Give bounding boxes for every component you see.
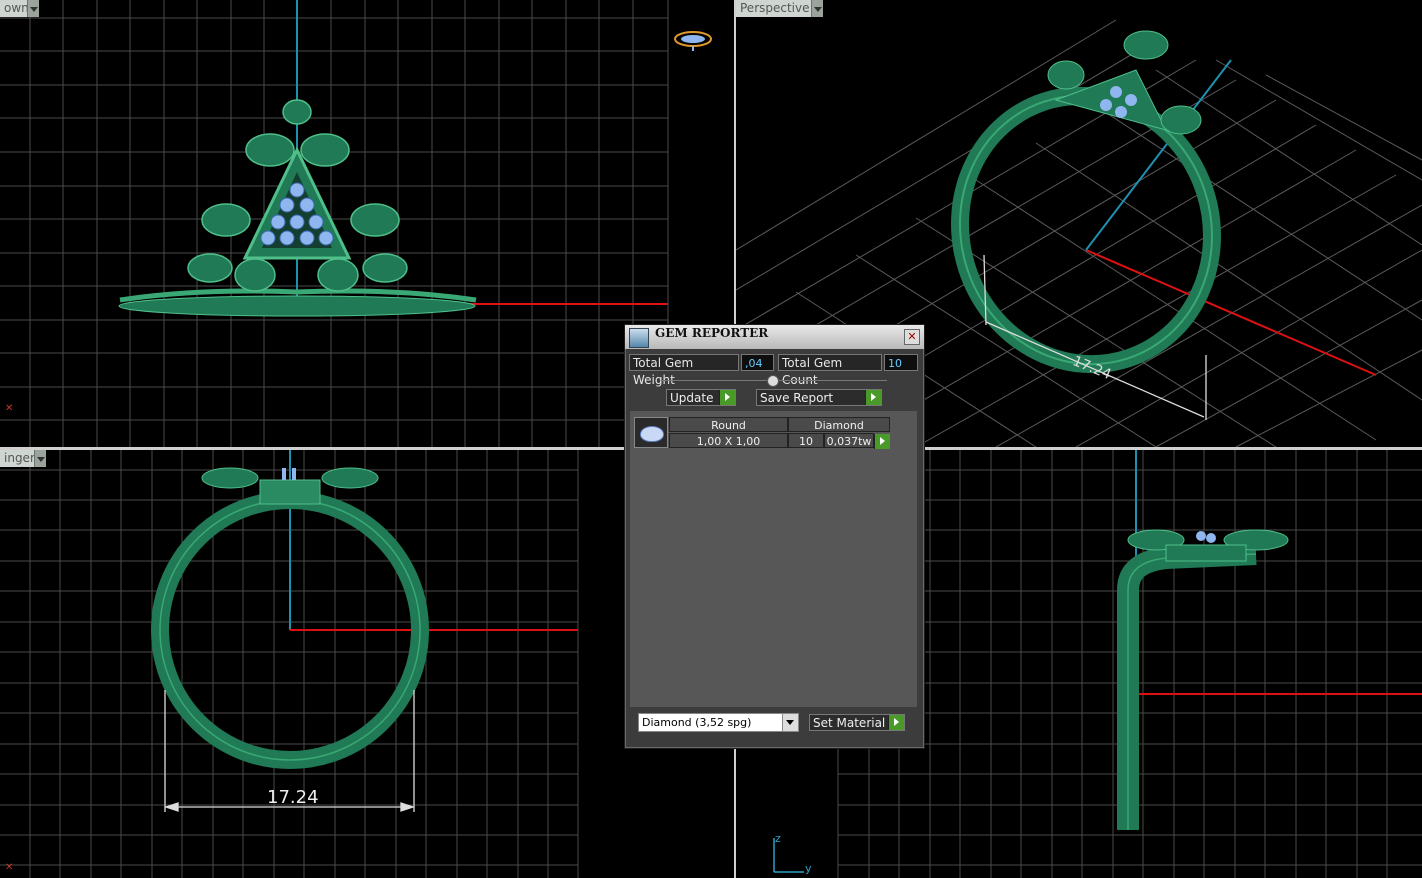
collapse-up-icon[interactable] bbox=[767, 375, 779, 387]
total-gem-count-label: Total Gem Count bbox=[778, 354, 882, 387]
material-select-value: Diamond (3,52 spg) bbox=[642, 716, 752, 729]
y-axis-label: y bbox=[805, 862, 812, 875]
gem-row-action-icon[interactable] bbox=[874, 434, 890, 449]
update-button-label: Update bbox=[670, 391, 714, 405]
material-select[interactable]: Diamond (3,52 spg) bbox=[638, 713, 799, 732]
ring-gizmo-icon[interactable] bbox=[673, 28, 713, 52]
dialog-titlebar[interactable]: GEM REPORTER ✕ bbox=[625, 325, 924, 349]
z-axis-label: z bbox=[775, 832, 781, 845]
set-material-button[interactable]: Set Material bbox=[809, 714, 905, 731]
shape-header: Round bbox=[669, 417, 788, 432]
chevron-down-icon[interactable] bbox=[782, 714, 798, 731]
gem-weight-cell: 0,037tw bbox=[824, 433, 874, 448]
gem-reporter-icon bbox=[629, 328, 649, 348]
viewport-name-label[interactable]: inger bbox=[0, 450, 36, 467]
gem-size-cell: 1,00 X 1,00 bbox=[669, 433, 788, 448]
x-axis-icon: ✕ bbox=[5, 862, 14, 873]
total-gem-count-value: 10 bbox=[884, 354, 918, 371]
viewport-name-label[interactable]: Perspective bbox=[736, 0, 817, 17]
play-arrow-icon bbox=[888, 715, 904, 730]
type-header: Diamond bbox=[788, 417, 890, 432]
round-gem-icon bbox=[634, 417, 668, 448]
save-report-button[interactable]: Save Report bbox=[756, 389, 882, 406]
x-axis-icon: ✕ bbox=[5, 403, 14, 414]
gem-reporter-dialog[interactable]: GEM REPORTER ✕ Total Gem Weight ,04 Tota… bbox=[624, 324, 925, 749]
ring-diameter-dimension-text: 17.24 bbox=[267, 787, 319, 808]
play-arrow-icon bbox=[865, 390, 881, 405]
total-gem-weight-label: Total Gem Weight bbox=[629, 354, 739, 387]
update-button[interactable]: Update bbox=[666, 389, 736, 406]
gem-row[interactable]: Round Diamond 1,00 X 1,00 10 0,037tw bbox=[634, 417, 892, 451]
play-arrow-icon bbox=[719, 390, 735, 405]
total-gem-weight-value: ,04 bbox=[741, 354, 774, 371]
close-icon[interactable]: ✕ bbox=[904, 329, 920, 345]
save-report-label: Save Report bbox=[760, 391, 834, 405]
dialog-title: GEM REPORTER bbox=[655, 326, 769, 340]
gem-count-cell: 10 bbox=[788, 433, 824, 448]
set-material-label: Set Material bbox=[813, 716, 886, 730]
gem-list[interactable]: Round Diamond 1,00 X 1,00 10 0,037tw bbox=[630, 411, 917, 707]
viewport-menu-chevron-icon[interactable] bbox=[27, 0, 39, 17]
viewport-menu-chevron-icon[interactable] bbox=[34, 450, 46, 467]
viewport-menu-chevron-icon[interactable] bbox=[811, 0, 823, 17]
